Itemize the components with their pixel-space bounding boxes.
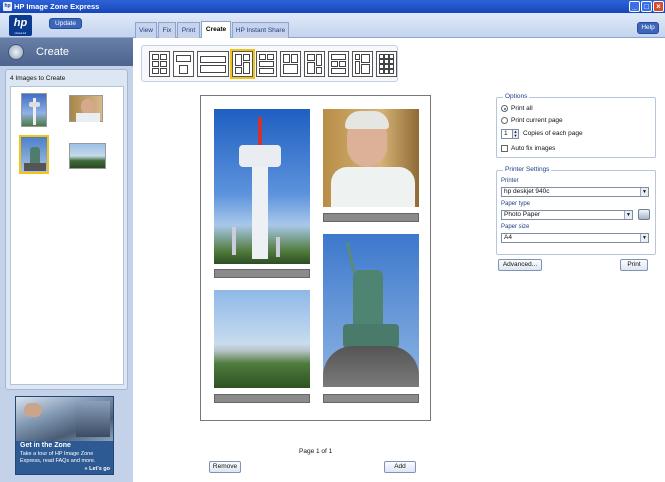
tab-fix[interactable]: Fix — [158, 22, 176, 38]
promo-image — [16, 397, 113, 441]
paper-type-label: Paper type — [501, 201, 531, 207]
copies-label: Copies of each page — [523, 130, 583, 137]
main-area: Page 1 of 1 Remove Add Options Print all… — [133, 38, 665, 482]
left-panel: Create 4 Images to Create Get in the Zon… — [0, 38, 133, 482]
add-button[interactable]: Add — [384, 461, 416, 473]
layout-option[interactable] — [376, 51, 397, 77]
photo-statue[interactable] — [323, 234, 419, 387]
tab-hp-instant-share[interactable]: HP Instant Share — [232, 22, 289, 38]
caption-field[interactable] — [214, 394, 310, 403]
stepper-arrows-icon[interactable]: ▲ ▼ — [512, 130, 518, 138]
image-count: 4 Images to Create — [10, 75, 66, 82]
chevron-down-icon[interactable]: ▼ — [624, 211, 632, 219]
paper-settings-icon[interactable] — [638, 209, 650, 220]
thumbnail-portrait[interactable] — [69, 95, 103, 122]
thumbnail-statue[interactable] — [19, 135, 49, 174]
window-title: HP Image Zone Express — [14, 2, 100, 11]
print-button[interactable]: Print — [620, 259, 648, 271]
page-preview — [200, 95, 431, 421]
layout-option-selected[interactable] — [230, 49, 255, 79]
layout-option[interactable] — [352, 51, 373, 77]
promo-link[interactable]: » Let's go — [85, 466, 110, 472]
printer-settings-group: Printer Settings Printer hp deskjet 940c… — [496, 166, 656, 255]
minimize-button[interactable]: _ — [629, 1, 640, 12]
tab-create[interactable]: Create — [201, 21, 231, 39]
printer-settings-title: Printer Settings — [503, 166, 552, 173]
caption-field[interactable] — [323, 394, 419, 403]
caption-field[interactable] — [323, 213, 419, 222]
tab-view[interactable]: View — [135, 22, 157, 38]
print-all-radio[interactable] — [501, 105, 508, 112]
toolbar: hp invent Update View Fix Print Create H… — [0, 13, 665, 39]
maximize-button[interactable]: □ — [641, 1, 652, 12]
print-current-radio[interactable] — [501, 117, 508, 124]
close-button[interactable]: × — [653, 1, 664, 12]
printer-select[interactable]: hp deskjet 940c ▼ — [501, 187, 649, 197]
image-list[interactable] — [10, 86, 124, 385]
chevron-down-icon[interactable]: ▼ — [640, 188, 648, 196]
layout-option[interactable] — [149, 51, 170, 77]
print-all-label: Print all — [511, 105, 533, 112]
remove-button[interactable]: Remove — [209, 461, 241, 473]
help-button[interactable]: Help — [637, 22, 659, 34]
photo-portrait[interactable] — [323, 109, 419, 207]
logo-text: hp — [13, 17, 28, 29]
create-header-label: Create — [36, 46, 70, 58]
printer-value: hp deskjet 940c — [504, 188, 550, 195]
options-title: Options — [503, 93, 530, 100]
paper-size-label: Paper size — [501, 224, 530, 230]
window-titlebar: hp HP Image Zone Express _ □ × — [0, 0, 665, 13]
chevron-down-icon[interactable]: ▼ — [640, 234, 648, 242]
create-icon — [8, 44, 24, 60]
layout-option[interactable] — [328, 51, 349, 77]
layout-option[interactable] — [256, 51, 277, 77]
layout-option[interactable] — [280, 51, 301, 77]
thumbnail-tower[interactable] — [21, 93, 47, 127]
layout-option[interactable] — [304, 51, 325, 77]
paper-size-value: A4 — [504, 234, 512, 241]
thumbnail-landscape[interactable] — [69, 143, 106, 169]
print-current-label: Print current page — [511, 117, 563, 124]
logo-subtext: invent — [14, 31, 27, 35]
options-group: Options Print all Print current page 1 ▲… — [496, 93, 656, 158]
image-tray: 4 Images to Create — [5, 69, 128, 390]
paper-size-select[interactable]: A4 ▼ — [501, 233, 649, 243]
paper-type-value: Photo Paper — [504, 211, 541, 218]
caption-field[interactable] — [214, 269, 310, 278]
hp-logo: hp invent — [9, 15, 32, 36]
copies-value: 1 — [504, 130, 508, 137]
page-indicator: Page 1 of 1 — [299, 448, 333, 455]
create-header: Create — [0, 38, 133, 66]
update-button[interactable]: Update — [49, 18, 82, 29]
promo-banner[interactable]: Get in the Zone Take a tour of HP Image … — [15, 396, 114, 475]
promo-text: Take a tour of HP Image Zone Express, re… — [20, 451, 96, 464]
photo-tower[interactable] — [214, 109, 310, 264]
advanced-button[interactable]: Advanced... — [498, 259, 542, 271]
tab-print[interactable]: Print — [177, 22, 200, 38]
printer-label: Printer — [501, 178, 519, 184]
auto-fix-checkbox[interactable] — [501, 145, 508, 152]
layout-option[interactable] — [197, 51, 229, 77]
layout-option[interactable] — [173, 51, 194, 77]
paper-type-select[interactable]: Photo Paper ▼ — [501, 210, 633, 220]
copies-stepper[interactable]: 1 ▲ ▼ — [501, 129, 519, 139]
layout-picker — [141, 45, 398, 82]
auto-fix-label: Auto fix images — [511, 145, 556, 152]
app-icon: hp — [3, 2, 12, 11]
promo-title: Get in the Zone — [20, 442, 71, 449]
photo-landscape[interactable] — [214, 290, 310, 388]
